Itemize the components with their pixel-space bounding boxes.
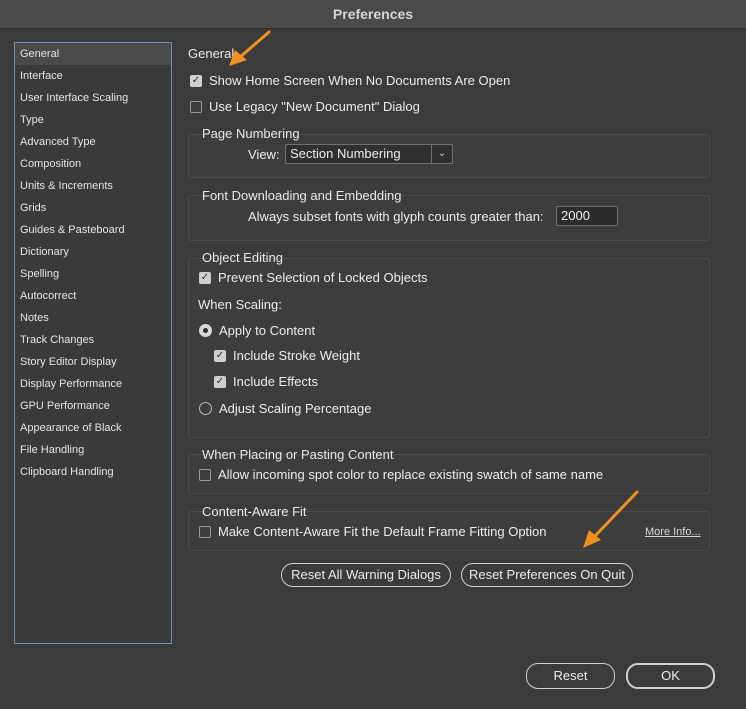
sidebar-item-spelling[interactable]: Spelling bbox=[15, 263, 171, 285]
placing-title: When Placing or Pasting Content bbox=[202, 447, 394, 462]
reset-warning-dialogs-button[interactable]: Reset All Warning Dialogs bbox=[281, 563, 451, 587]
object-editing-title: Object Editing bbox=[202, 250, 283, 265]
sidebar-item-notes[interactable]: Notes bbox=[15, 307, 171, 329]
category-list[interactable]: General Interface User Interface Scaling… bbox=[14, 42, 172, 644]
include-effects-option[interactable]: ✓ Include Effects bbox=[214, 374, 318, 389]
sidebar-item-grids[interactable]: Grids bbox=[15, 197, 171, 219]
subset-fonts-input[interactable]: 2000 bbox=[556, 206, 618, 226]
prevent-selection-option[interactable]: ✓ Prevent Selection of Locked Objects bbox=[199, 270, 428, 285]
prevent-selection-label: Prevent Selection of Locked Objects bbox=[218, 270, 428, 285]
view-label: View: bbox=[248, 147, 280, 162]
view-select-value: Section Numbering bbox=[290, 146, 401, 161]
sidebar-item-appearance-black[interactable]: Appearance of Black bbox=[15, 417, 171, 439]
sidebar-item-gpu-performance[interactable]: GPU Performance bbox=[15, 395, 171, 417]
content-aware-default-label: Make Content-Aware Fit the Default Frame… bbox=[218, 524, 547, 539]
when-scaling-label: When Scaling: bbox=[198, 297, 282, 312]
include-stroke-option[interactable]: ✓ Include Stroke Weight bbox=[214, 348, 360, 363]
sidebar-item-interface[interactable]: Interface bbox=[15, 65, 171, 87]
reset-button[interactable]: Reset bbox=[526, 663, 615, 689]
apply-to-content-option[interactable]: Apply to Content bbox=[199, 323, 315, 338]
sidebar-item-display-performance[interactable]: Display Performance bbox=[15, 373, 171, 395]
font-downloading-title: Font Downloading and Embedding bbox=[202, 188, 402, 203]
content-aware-default-option[interactable]: Make Content-Aware Fit the Default Frame… bbox=[199, 524, 547, 539]
sidebar-item-ui-scaling[interactable]: User Interface Scaling bbox=[15, 87, 171, 109]
allow-spot-color-option[interactable]: Allow incoming spot color to replace exi… bbox=[199, 467, 603, 482]
sidebar-item-advanced-type[interactable]: Advanced Type bbox=[15, 131, 171, 153]
sidebar-item-units[interactable]: Units & Increments bbox=[15, 175, 171, 197]
allow-spot-color-label: Allow incoming spot color to replace exi… bbox=[218, 467, 604, 482]
sidebar-item-dictionary[interactable]: Dictionary bbox=[15, 241, 171, 263]
legacy-new-document-option[interactable]: Use Legacy "New Document" Dialog bbox=[190, 99, 420, 114]
include-effects-checkbox[interactable]: ✓ bbox=[214, 375, 226, 388]
show-home-screen-label: Show Home Screen When No Documents Are O… bbox=[209, 73, 511, 88]
sidebar-item-composition[interactable]: Composition bbox=[15, 153, 171, 175]
sidebar-item-autocorrect[interactable]: Autocorrect bbox=[15, 285, 171, 307]
adjust-scaling-option[interactable]: Adjust Scaling Percentage bbox=[199, 401, 371, 416]
include-effects-label: Include Effects bbox=[233, 374, 319, 389]
apply-to-content-label: Apply to Content bbox=[219, 323, 316, 338]
title-bar: Preferences bbox=[0, 0, 746, 29]
sidebar-item-clipboard-handling[interactable]: Clipboard Handling bbox=[15, 461, 171, 483]
include-stroke-checkbox[interactable]: ✓ bbox=[214, 349, 226, 362]
content-aware-title: Content-Aware Fit bbox=[202, 504, 307, 519]
sidebar-item-type[interactable]: Type bbox=[15, 109, 171, 131]
apply-to-content-radio[interactable] bbox=[199, 324, 212, 337]
subset-fonts-label: Always subset fonts with glyph counts gr… bbox=[248, 209, 544, 224]
view-select[interactable]: Section Numbering ⌄ bbox=[285, 144, 453, 164]
sidebar-item-file-handling[interactable]: File Handling bbox=[15, 439, 171, 461]
sidebar-item-track-changes[interactable]: Track Changes bbox=[15, 329, 171, 351]
annotation-arrow-icon bbox=[229, 30, 271, 66]
include-stroke-label: Include Stroke Weight bbox=[233, 348, 360, 363]
chevron-down-icon: ⌄ bbox=[431, 145, 452, 163]
reset-preferences-button[interactable]: Reset Preferences On Quit bbox=[461, 563, 633, 587]
allow-spot-color-checkbox[interactable] bbox=[199, 468, 211, 481]
sidebar-item-guides[interactable]: Guides & Pasteboard bbox=[15, 219, 171, 241]
window-title: Preferences bbox=[332, 6, 414, 22]
show-home-screen-checkbox[interactable]: ✓ bbox=[190, 74, 202, 87]
content-aware-default-checkbox[interactable] bbox=[199, 525, 211, 538]
legacy-new-document-checkbox[interactable] bbox=[190, 100, 202, 113]
sidebar-item-story-editor[interactable]: Story Editor Display bbox=[15, 351, 171, 373]
sidebar-item-general[interactable]: General bbox=[15, 43, 171, 65]
prevent-selection-checkbox[interactable]: ✓ bbox=[199, 271, 211, 284]
more-info-link[interactable]: More Info... bbox=[645, 526, 701, 538]
adjust-scaling-label: Adjust Scaling Percentage bbox=[219, 401, 372, 416]
show-home-screen-option[interactable]: ✓ Show Home Screen When No Documents Are… bbox=[190, 73, 510, 88]
legacy-new-document-label: Use Legacy "New Document" Dialog bbox=[209, 99, 420, 114]
annotation-arrow-icon bbox=[583, 490, 639, 548]
page-numbering-title: Page Numbering bbox=[202, 126, 300, 141]
adjust-scaling-radio[interactable] bbox=[199, 402, 212, 415]
ok-button[interactable]: OK bbox=[626, 663, 715, 689]
